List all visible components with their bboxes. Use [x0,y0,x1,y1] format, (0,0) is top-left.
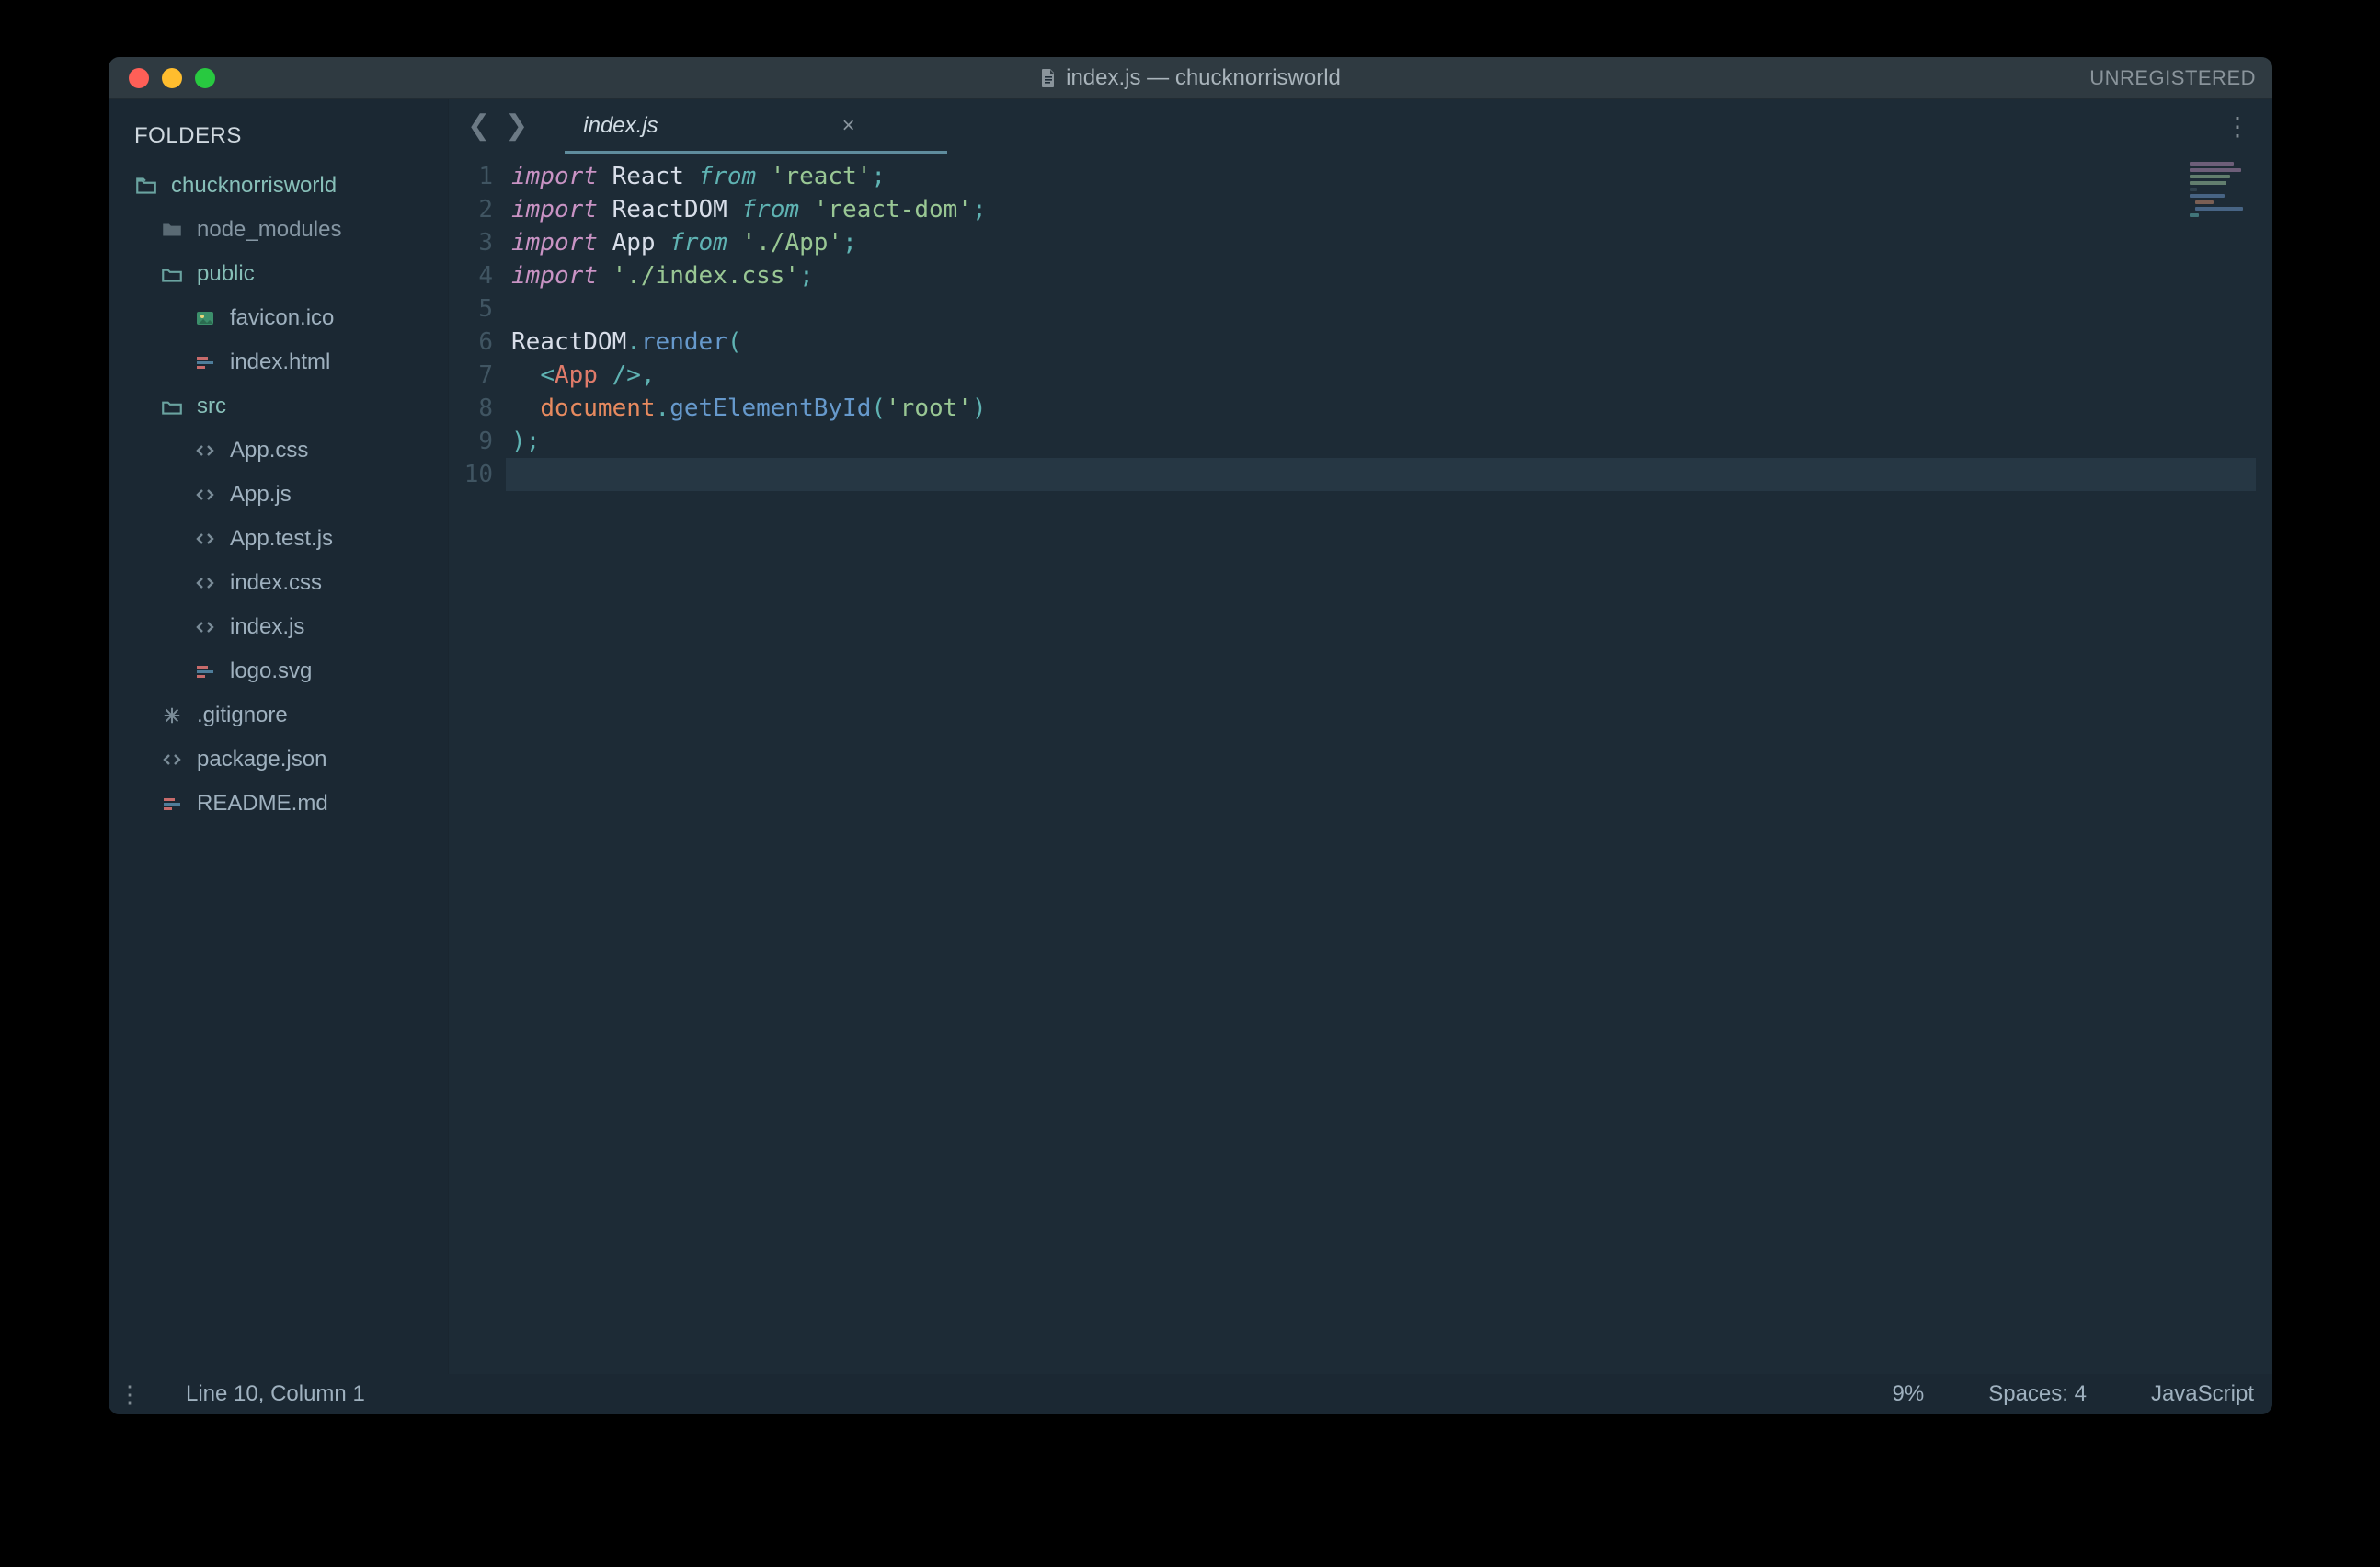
sidebar-header: FOLDERS [109,123,448,164]
code-line [511,458,2272,491]
tabs-bar: ❮ ❯ index.js × ⋮ [449,99,2272,153]
asterisk-icon [160,703,184,727]
maximize-window-button[interactable] [195,68,215,88]
line-number: 5 [449,292,493,326]
code-line: <App />, [511,359,2272,392]
main-area: ❮ ❯ index.js × ⋮ 1 2 3 4 5 [449,99,2272,1374]
tree-label: src [197,394,226,419]
line-number: 4 [449,259,493,292]
line-number: 2 [449,193,493,226]
tab-history-nav: ❮ ❯ [467,112,528,140]
code-file-icon [160,748,184,772]
tree-file-logosvg[interactable]: logo.svg [109,649,448,693]
line-number: 3 [449,226,493,259]
scroll-percent: 9% [1893,1381,1925,1407]
sidebar: FOLDERS chucknorrisworld node_modules [109,99,449,1374]
code-line [511,292,2272,326]
more-menu-button[interactable]: ⋮ [2225,111,2252,142]
status-bar: ⋮ Line 10, Column 1 9% Spaces: 4 JavaScr… [109,1374,2272,1414]
tree-file-indexhtml[interactable]: index.html [109,340,448,384]
tree-node-modules[interactable]: node_modules [109,208,448,252]
tree-file-packagejson[interactable]: package.json [109,738,448,782]
code-file-icon [193,571,217,595]
code-file-icon [193,483,217,507]
code-area[interactable]: import React from 'react'; import ReactD… [506,153,2272,1374]
tree-file-appjs[interactable]: App.js [109,473,448,517]
line-number: 9 [449,425,493,458]
tree-src-folder[interactable]: src [109,384,448,429]
editor-window: index.js — chucknorrisworld UNREGISTERED… [109,57,2272,1414]
folder-open-icon [160,262,184,286]
close-window-button[interactable] [129,68,149,88]
tree-public-folder[interactable]: public [109,252,448,296]
statusbar-menu-button[interactable]: ⋮ [118,1380,142,1409]
code-line: ); [511,425,2272,458]
tree-label: .gitignore [197,703,288,728]
nav-forward-button[interactable]: ❯ [505,112,528,140]
markup-file-icon [160,792,184,816]
tree-label: public [197,261,255,287]
registration-status[interactable]: UNREGISTERED [2089,66,2256,90]
tree-file-gitignore[interactable]: .gitignore [109,693,448,738]
window-controls [129,68,215,88]
tree-label: package.json [197,747,326,772]
code-line: import App from './App'; [511,226,2272,259]
folder-open-icon [160,395,184,418]
tree-label: App.js [230,482,292,508]
tree-label: App.test.js [230,526,333,552]
window-title-text: index.js — chucknorrisworld [1066,65,1341,91]
tab-close-button[interactable]: × [842,113,855,139]
folder-icon [160,218,184,242]
image-file-icon [193,306,217,330]
tree-label: App.css [230,438,308,463]
code-line: import ReactDOM from 'react-dom'; [511,193,2272,226]
tree-label: index.css [230,570,322,596]
code-line: document.getElementById('root') [511,392,2272,425]
window-title: index.js — chucknorrisworld [109,65,2272,91]
tree-file-appcss[interactable]: App.css [109,429,448,473]
tree-file-readme[interactable]: README.md [109,782,448,826]
editor[interactable]: 1 2 3 4 5 6 7 8 9 10 import React from '… [449,153,2272,1374]
line-number: 10 [449,458,493,491]
language-mode[interactable]: JavaScript [2151,1381,2254,1407]
tree-root-folder[interactable]: chucknorrisworld [109,164,448,208]
tab-indexjs[interactable]: index.js × [565,99,873,153]
tree-label: index.js [230,614,304,640]
tree-label: README.md [197,791,328,817]
line-number: 8 [449,392,493,425]
tree-file-apptest[interactable]: App.test.js [109,517,448,561]
line-number: 6 [449,326,493,359]
markup-file-icon [193,350,217,374]
folder-tree: chucknorrisworld node_modules public [109,164,448,826]
nav-back-button[interactable]: ❮ [467,112,490,140]
code-file-icon [193,615,217,639]
titlebar: index.js — chucknorrisworld UNREGISTERED [109,57,2272,99]
code-file-icon [193,439,217,463]
code-file-icon [193,527,217,551]
folder-open-icon [134,174,158,198]
cursor-position[interactable]: Line 10, Column 1 [186,1381,365,1407]
line-gutter: 1 2 3 4 5 6 7 8 9 10 [449,153,506,1374]
tree-file-favicon[interactable]: favicon.ico [109,296,448,340]
line-number: 7 [449,359,493,392]
minimize-window-button[interactable] [162,68,182,88]
tree-label: logo.svg [230,658,312,684]
tree-file-indexjs[interactable]: index.js [109,605,448,649]
tree-label: favicon.ico [230,305,334,331]
indent-setting[interactable]: Spaces: 4 [1988,1381,2087,1407]
tab-label: index.js [583,113,658,139]
code-line: import './index.css'; [511,259,2272,292]
tree-label: node_modules [197,217,341,243]
line-number: 1 [449,160,493,193]
tree-file-indexcss[interactable]: index.css [109,561,448,605]
markup-file-icon [193,659,217,683]
document-icon [1040,68,1057,88]
code-line: import React from 'react'; [511,160,2272,193]
tree-label: chucknorrisworld [171,173,337,199]
code-line: ReactDOM.render( [511,326,2272,359]
tree-label: index.html [230,349,330,375]
